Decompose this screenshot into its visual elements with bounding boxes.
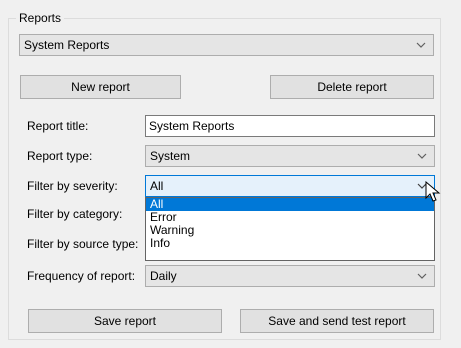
filter-severity-label: Filter by severity: xyxy=(27,179,118,193)
frequency-value: Daily xyxy=(150,269,177,283)
report-title-input[interactable]: System Reports xyxy=(145,115,435,137)
report-selector-combobox[interactable]: System Reports xyxy=(19,34,434,56)
dropdown-option-info[interactable]: Info xyxy=(146,237,434,250)
dropdown-option-all[interactable]: All xyxy=(146,198,434,211)
save-report-button[interactable]: Save report xyxy=(28,309,222,333)
mouse-pointer-icon xyxy=(425,181,441,202)
report-type-combobox[interactable]: System xyxy=(145,145,435,167)
dropdown-option-warning[interactable]: Warning xyxy=(146,224,434,237)
report-type-label: Report type: xyxy=(27,149,93,163)
report-selector-value: System Reports xyxy=(24,38,110,52)
delete-report-button[interactable]: Delete report xyxy=(270,75,434,99)
chevron-down-icon xyxy=(417,153,427,159)
group-title: Reports xyxy=(16,10,65,26)
filter-category-label: Filter by category: xyxy=(27,207,123,221)
frequency-combobox[interactable]: Daily xyxy=(145,265,435,287)
frequency-label: Frequency of report: xyxy=(27,269,136,283)
filter-source-label: Filter by source type: xyxy=(27,237,139,251)
filter-severity-value: All xyxy=(150,179,164,193)
filter-severity-combobox[interactable]: All xyxy=(145,175,435,197)
severity-dropdown-list: All Error Warning Info xyxy=(145,197,435,261)
report-title-label: Report title: xyxy=(27,119,89,133)
chevron-down-icon xyxy=(416,42,426,48)
save-and-send-test-report-button[interactable]: Save and send test report xyxy=(240,309,434,333)
report-type-value: System xyxy=(150,149,191,163)
chevron-down-icon xyxy=(417,273,427,279)
new-report-button[interactable]: New report xyxy=(20,75,181,99)
